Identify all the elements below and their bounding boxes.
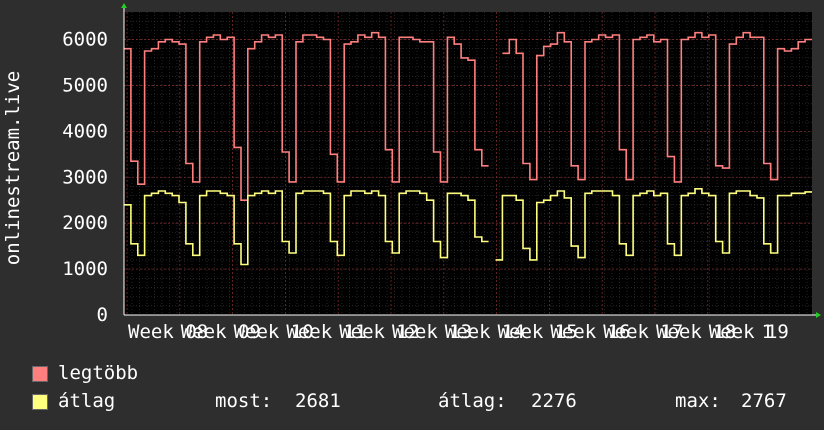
y-tick-label: 3000 [62,166,108,188]
x-tick-label: 1 [762,321,773,343]
y-tick-label: 4000 [62,120,108,142]
y-tick-label: 0 [97,304,108,326]
y-tick-label: 5000 [62,74,108,96]
legend-label-avg: átlag [58,390,116,412]
legend-swatch-avg [32,394,48,410]
legend-label-max: legtöbb [58,362,139,384]
y-tick-label: 2000 [62,212,108,234]
legend-swatch-max [32,366,48,382]
legend-peak-value: 2767 [741,390,787,412]
legend-mean-value: 2276 [531,390,577,412]
legend-peak-label: max: [675,390,721,412]
y-axis-arrow [121,3,127,8]
legend-now-value: 2681 [295,390,341,412]
legend-mean-label: átlag: [438,390,507,412]
x-axis-arrow [816,312,821,318]
y-tick-label: 1000 [62,258,108,280]
x-tick-label: Week 19 [709,321,789,343]
legend-now-label: most: [215,390,273,412]
y-axis-label: onlinestream.live [2,71,24,265]
y-tick-label: 6000 [62,29,108,51]
